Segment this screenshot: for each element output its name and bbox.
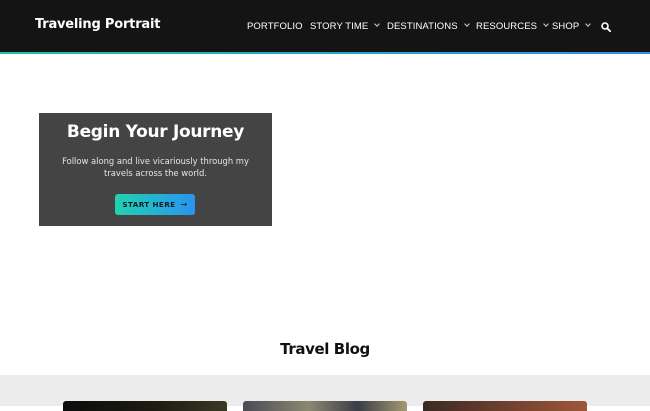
nav-item-resources[interactable]: RESOURCES [476,21,549,32]
chevron-down-icon [585,21,592,27]
chevron-down-icon [543,21,549,27]
nav-item-destinations[interactable]: DESTINATIONS [387,21,470,32]
header-accent-line [0,52,650,54]
start-here-button[interactable]: START HERE → [115,194,195,215]
site-header: Traveling Portrait PORTFOLIO STORY TIME … [0,0,650,52]
nav-item-label: DESTINATIONS [387,21,458,32]
travel-blog-title: Travel Blog [280,340,370,358]
nav-item-label: STORY TIME [310,21,369,32]
hero-card: Begin Your Journey Follow along and live… [39,113,272,226]
chevron-down-icon [463,21,470,27]
search-icon[interactable] [601,22,611,32]
nav-item-shop[interactable]: SHOP [552,21,592,32]
blog-card-image[interactable] [423,401,587,411]
nav-item-story-time[interactable]: STORY TIME [310,21,381,32]
nav-item-label: RESOURCES [476,21,538,32]
blog-card-image[interactable] [63,401,227,411]
nav-item-label: PORTFOLIO [247,21,303,32]
start-here-label: START HERE [122,200,176,209]
nav-item-label: SHOP [552,21,580,32]
nav-item-portfolio[interactable]: PORTFOLIO [247,21,303,32]
hero-title: Begin Your Journey [66,122,245,142]
arrow-right-icon: → [180,200,188,209]
blog-card-image[interactable] [243,401,407,411]
main-nav: PORTFOLIO STORY TIME DESTINATIONS RESOUR… [0,0,650,52]
hero-description: Follow along and live vicariously throug… [62,156,249,178]
chevron-down-icon [374,21,381,27]
